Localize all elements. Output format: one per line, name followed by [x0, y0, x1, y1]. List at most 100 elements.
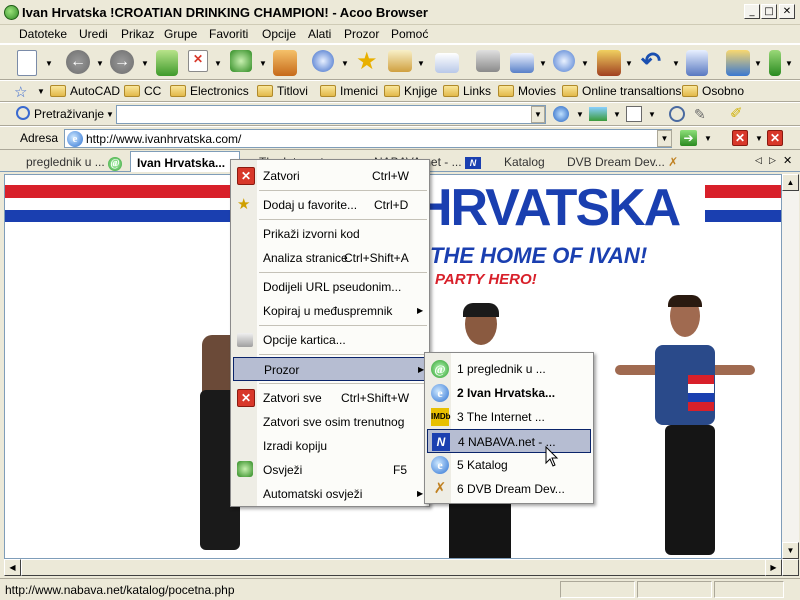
fav-online-transaltions[interactable]: Online transaltions [562, 84, 681, 98]
forward-icon[interactable]: → [110, 50, 134, 74]
horizontal-scrollbar[interactable]: ◀ ▶ [4, 559, 799, 576]
scroll-thumb[interactable] [21, 559, 773, 576]
menu-item-izradi-kopiju[interactable]: Izradi kopiju [233, 434, 427, 458]
title-bar[interactable]: Ivan Hrvatska !CROATIAN DRINKING CHAMPIO… [0, 0, 800, 25]
tab-preglednik[interactable]: preglednik u ... @ [20, 153, 128, 172]
menu-item-automatski-osvjezi[interactable]: Automatski osvježi ▶ [233, 482, 427, 506]
plugin-icon[interactable] [769, 50, 781, 76]
highlight-icon[interactable] [626, 106, 642, 122]
tab-close-icon[interactable]: ✕ [783, 154, 792, 167]
folder-icon [443, 85, 459, 97]
refresh-icon[interactable] [230, 50, 252, 72]
folder-icon [682, 85, 698, 97]
mail-icon[interactable] [435, 53, 459, 73]
menu-item-opcije-kartica[interactable]: Opcije kartica... [233, 328, 427, 352]
maximize-button[interactable]: □ [761, 4, 777, 19]
search-icon[interactable] [312, 50, 334, 72]
menu-item-prozor[interactable]: Prozor ▶ [233, 357, 427, 381]
menu-item-zatvori-sve-osim-trenutnog[interactable]: Zatvori sve osim trenutnog [233, 410, 427, 434]
menu-uredi[interactable]: Uredi [79, 27, 108, 41]
submenu-item-5[interactable]: e 5 Katalog [427, 453, 591, 477]
menu-item-analiza-stranice[interactable]: Analiza stranice Ctrl+Shift+A [233, 246, 427, 270]
history-icon[interactable] [388, 50, 412, 72]
status-panel [637, 581, 712, 598]
close-all-icon[interactable]: ✕ [767, 130, 783, 146]
scroll-left-icon[interactable]: ◀ [4, 559, 21, 576]
fav-cc[interactable]: CC [124, 84, 161, 98]
submenu-item-3[interactable]: IMDb 3 The Internet ... [427, 405, 591, 429]
tab-dvb-dream[interactable]: DVB Dream Dev... ✗ [561, 153, 684, 172]
print-icon[interactable] [476, 50, 500, 72]
globe-icon[interactable] [553, 106, 569, 122]
fav-movies[interactable]: Movies [498, 84, 556, 98]
fav-electronics[interactable]: Electronics [170, 84, 249, 98]
edit-icon[interactable] [510, 53, 534, 73]
menu-item-zatvori-sve[interactable]: ✕ Zatvori sve Ctrl+Shift+W [233, 386, 427, 410]
site-headline: HRVATSKA [415, 179, 681, 237]
menu-prikaz[interactable]: Prikaz [121, 27, 154, 41]
window-submenu: @ 1 preglednik u ... e 2 Ivan Hrvatska..… [424, 352, 594, 504]
find-icon[interactable] [669, 106, 685, 122]
submenu-item-4[interactable]: N 4 NABAVA.net - ... [427, 429, 591, 453]
submenu-item-6[interactable]: ✗ 6 DVB Dream Dev... [427, 477, 591, 501]
fav-imenici[interactable]: Imenici [320, 84, 378, 98]
menu-item-kopiraj-u-meduspremnik[interactable]: Kopiraj u međuspremnik ▶ [233, 299, 427, 323]
menu-grupe[interactable]: Grupe [164, 27, 197, 41]
scroll-down-icon[interactable]: ▼ [782, 542, 799, 559]
notes-icon[interactable] [726, 50, 750, 76]
close-window-button[interactable]: ✕ [779, 4, 795, 19]
fav-titlovi[interactable]: Titlovi [257, 84, 308, 98]
address-dropdown-button[interactable]: ▼ [657, 130, 672, 147]
search-label[interactable]: Pretraživanje [34, 107, 104, 121]
search-input[interactable] [116, 105, 546, 124]
menu-prozor[interactable]: Prozor [344, 27, 379, 41]
page-ie-icon: e [67, 131, 83, 147]
favorites-star-icon[interactable]: ★ [356, 50, 382, 76]
fav-links[interactable]: Links [443, 84, 491, 98]
menu-favoriti[interactable]: Favoriti [209, 27, 248, 41]
new-page-icon[interactable] [17, 50, 37, 76]
submenu-item-2[interactable]: e 2 Ivan Hrvatska... [427, 381, 591, 405]
menu-item-osvjezi[interactable]: Osvježi F5 [233, 458, 427, 482]
submenu-arrow-icon: ▶ [417, 306, 424, 315]
zoom-icon[interactable] [553, 50, 575, 72]
search-dropdown-button[interactable]: ▼ [531, 106, 545, 123]
fav-knjige[interactable]: Knjige [384, 84, 437, 98]
go-icon[interactable]: ➔ [680, 130, 697, 146]
mark-icon[interactable] [686, 50, 708, 76]
fav-autocad[interactable]: AutoCAD [50, 84, 120, 98]
minimize-button[interactable]: _ [744, 4, 760, 19]
close-tab-icon[interactable]: ✕ [732, 130, 748, 146]
tools-icon[interactable] [597, 50, 621, 76]
address-input[interactable]: e http://www.ivanhrvatska.com/ ▼ [64, 129, 672, 148]
menu-item-dodijeli-url-pseudonim[interactable]: Dodijeli URL pseudonim... [233, 275, 427, 299]
home-icon[interactable] [273, 50, 297, 76]
menu-datoteke[interactable]: Datoteke [19, 27, 67, 41]
menu-item-dodaj-u-favorite[interactable]: ★ Dodaj u favorite... Ctrl+D [233, 193, 427, 217]
fav-osobno[interactable]: Osobno [682, 84, 744, 98]
refresh-icon [237, 461, 253, 477]
tab-katalog[interactable]: Katalog [498, 153, 551, 172]
submenu-item-1[interactable]: @ 1 preglednik u ... [427, 357, 591, 381]
tab-scroll-left-icon[interactable]: ◁ [755, 155, 762, 166]
vertical-scrollbar[interactable]: ▲ ▼ [782, 174, 799, 559]
image-search-icon[interactable] [589, 107, 607, 121]
menu-item-prikazi-izvorni-kod[interactable]: Prikaži izvorni kod [233, 222, 427, 246]
highlight-marker-icon[interactable]: ✐ [730, 106, 748, 122]
up-icon[interactable] [156, 50, 178, 76]
clear-search-icon[interactable]: ✎ [694, 106, 710, 122]
menu-pomoc[interactable]: Pomoć [391, 27, 428, 41]
tab-ivan-hrvatska[interactable]: Ivan Hrvatska... [130, 151, 240, 172]
back-icon[interactable]: ← [66, 50, 90, 74]
tab-scroll-right-icon[interactable]: ▷ [769, 155, 776, 166]
close-icon: ✕ [237, 167, 255, 185]
stop-icon[interactable]: ✕ [188, 50, 208, 72]
menu-alati[interactable]: Alati [308, 27, 331, 41]
menu-item-zatvori[interactable]: ✕ Zatvori Ctrl+W [233, 164, 427, 188]
menu-opcije[interactable]: Opcije [262, 27, 296, 41]
status-bar: http://www.nabava.net/katalog/pocetna.ph… [0, 578, 800, 600]
scroll-right-icon[interactable]: ▶ [765, 559, 782, 576]
undo-close-icon[interactable]: ↶ [641, 50, 667, 76]
favorites-add-icon[interactable]: ☆ [14, 83, 27, 101]
scroll-up-icon[interactable]: ▲ [782, 174, 799, 191]
